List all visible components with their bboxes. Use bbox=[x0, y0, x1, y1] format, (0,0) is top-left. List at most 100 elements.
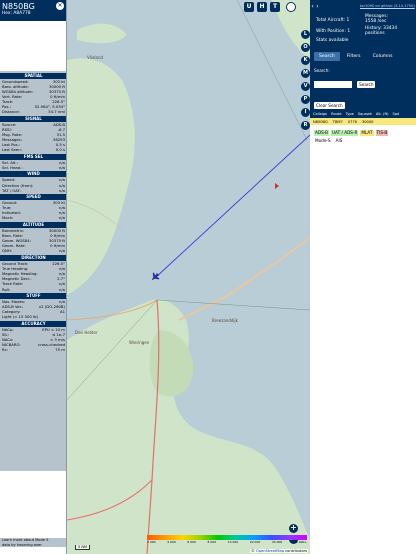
sidebar-empty-area bbox=[310, 154, 416, 554]
info-key: QNH: bbox=[2, 248, 12, 254]
info-key: Roll: bbox=[2, 286, 11, 292]
photo-area bbox=[0, 21, 66, 71]
info-key: Light (< 15 500 lb) bbox=[2, 314, 38, 320]
legend-label: 8 000 bbox=[207, 540, 217, 544]
toggle-button-l[interactable]: L bbox=[301, 30, 310, 39]
search-button[interactable]: Search bbox=[357, 81, 376, 88]
info-key: Distance: bbox=[2, 109, 20, 115]
sidebar-tabs: Search Filters Columns bbox=[314, 52, 398, 61]
osm-link[interactable]: OpenStreetMap bbox=[256, 549, 284, 553]
info-footer-note: Learn more about Mode Sdata by hovering … bbox=[0, 538, 66, 548]
total-aircraft: Total Aircraft: 1 bbox=[316, 18, 350, 23]
info-scroll-area[interactable]: SPATIAL Groundspeed: 303 kt Baro. altitude:… bbox=[0, 71, 66, 471]
table-cell: N850BG bbox=[313, 119, 328, 124]
column-header[interactable]: Spd bbox=[393, 112, 400, 116]
column-header[interactable]: Alt. (ft) bbox=[376, 112, 389, 116]
search-input[interactable] bbox=[314, 81, 352, 88]
toggle-button-p[interactable]: P bbox=[301, 95, 310, 104]
place-label: Den Helder bbox=[75, 330, 98, 335]
table-cell: 0776 bbox=[347, 119, 357, 124]
info-row: Roll: n/a bbox=[0, 286, 66, 292]
info-value: 34.7 nmi bbox=[48, 109, 65, 115]
toggle-button-v[interactable]: V bbox=[301, 82, 310, 91]
info-row: TAT / OAT: n/a bbox=[0, 187, 66, 193]
map-button-h[interactable]: H bbox=[257, 2, 267, 12]
layers-icon[interactable] bbox=[286, 2, 296, 12]
source-badge: Mode-S bbox=[314, 138, 332, 144]
table-header: Callsign Route Type Squawk Alt. (ft) Spd bbox=[310, 110, 416, 118]
toggle-button-r[interactable]: R bbox=[301, 121, 310, 130]
zoom-in-button[interactable]: + bbox=[289, 524, 298, 533]
legend-label: 2 000 bbox=[147, 540, 156, 544]
info-row: Distance: 34.7 nmi bbox=[0, 109, 66, 115]
sidebar-toggle[interactable]: ‹ › bbox=[310, 0, 320, 14]
source-badge: AIS bbox=[334, 138, 344, 144]
info-value: n/a bbox=[58, 286, 65, 292]
altitude-legend-labels: 2 000 4 000 6 000 8 000 10 000 20 000 30 000 40… bbox=[147, 540, 307, 544]
info-key: Mach: bbox=[2, 215, 14, 221]
info-key: Last Seen: bbox=[2, 147, 22, 153]
tab-columns[interactable]: Columns bbox=[368, 52, 398, 61]
footer-line: data by hovering over bbox=[2, 542, 42, 547]
map-canvas bbox=[67, 0, 310, 554]
place-label: Breezanddijk bbox=[212, 318, 238, 323]
callsign-title: N850BG bbox=[2, 2, 35, 11]
info-header: N850BG Hex: A8A778 ✕ bbox=[0, 0, 66, 21]
tab-search[interactable]: Search bbox=[314, 52, 340, 61]
scale-bar: 5 NM bbox=[75, 545, 90, 550]
toggle-button-m[interactable]: M bbox=[301, 69, 310, 78]
legend-label: 10 000 bbox=[227, 540, 239, 544]
hex-line: Hex: A8A778 bbox=[2, 11, 31, 16]
info-row: Sel. Head.: n/a bbox=[0, 164, 66, 170]
toggle-button-k[interactable]: K bbox=[301, 56, 310, 65]
column-header[interactable]: Callsign bbox=[313, 112, 327, 116]
aircraft-info-panel: N850BG Hex: A8A778 ✕ Reg.:N850BGUnited S… bbox=[0, 0, 67, 554]
info-key: Sel. Head.: bbox=[2, 164, 23, 170]
tab-filters[interactable]: Filters bbox=[342, 52, 366, 61]
info-key: Rc: bbox=[2, 347, 9, 353]
map-view[interactable]: Vlieland Den Helder Wieringen Breezanddi… bbox=[67, 0, 310, 554]
info-value: n/a bbox=[58, 164, 65, 170]
legend-label: 6 000 bbox=[187, 540, 196, 544]
map-attribution: © OpenStreetMap contributors bbox=[250, 549, 308, 553]
info-value: n/a bbox=[58, 248, 65, 254]
legend-label: 4 000 bbox=[167, 540, 176, 544]
clear-search-button[interactable]: Clear Search bbox=[314, 102, 345, 109]
column-header[interactable]: Route bbox=[331, 112, 341, 116]
place-label: Vlieland bbox=[87, 55, 104, 60]
stats-available[interactable]: Stats available bbox=[316, 38, 348, 43]
info-row: Rc: 75 m bbox=[0, 347, 66, 353]
source-legend: ADS-B UAT / ADS-R MLAT TIS-B bbox=[314, 130, 389, 136]
info-row: Mach: n/a bbox=[0, 215, 66, 221]
toggle-button-o[interactable]: O bbox=[301, 43, 310, 52]
place-label: Wieringen bbox=[129, 340, 150, 345]
info-value: 75 m bbox=[55, 347, 65, 353]
legend-label: 20 000 bbox=[249, 540, 261, 544]
source-badge: MLAT bbox=[360, 130, 374, 136]
legend-label: 30 000 bbox=[271, 540, 283, 544]
column-header[interactable]: Squawk bbox=[358, 112, 372, 116]
toggle-button-i[interactable]: I bbox=[301, 108, 310, 117]
table-row[interactable]: N850BG TBM7 0776 30000 bbox=[310, 118, 416, 125]
chevron-left-icon[interactable]: ‹ bbox=[311, 0, 313, 14]
info-row: Light (< 15 500 lb) bbox=[0, 314, 66, 320]
messages-value: 1558 /sec bbox=[365, 19, 387, 24]
info-value: 0.0 s bbox=[55, 147, 65, 153]
close-icon[interactable]: ✕ bbox=[56, 2, 64, 10]
aircraft-table: Callsign Route Type Squawk Alt. (ft) Spd N850… bbox=[310, 110, 416, 154]
history-value: positions bbox=[365, 31, 385, 36]
info-row: Last Seen: 0.0 s bbox=[0, 147, 66, 153]
info-value: n/a bbox=[58, 187, 65, 193]
column-header[interactable]: Type bbox=[346, 112, 354, 116]
info-key: TAT / OAT: bbox=[2, 187, 21, 193]
map-button-u[interactable]: U bbox=[244, 2, 254, 12]
legend-label: 40 000+ bbox=[293, 540, 307, 544]
source-badge: UAT / ADS-R bbox=[330, 130, 359, 136]
source-badge: TIS-B bbox=[375, 130, 389, 136]
source-legend-2: Mode-S AIS bbox=[314, 138, 344, 144]
info-row: QNH: n/a bbox=[0, 248, 66, 254]
chevron-right-icon[interactable]: › bbox=[316, 0, 318, 14]
map-button-t[interactable]: T bbox=[270, 2, 280, 12]
source-badge: ADS-B bbox=[314, 130, 329, 136]
version-link[interactable]: tar1090 on github (3.14.1750) bbox=[360, 4, 415, 8]
